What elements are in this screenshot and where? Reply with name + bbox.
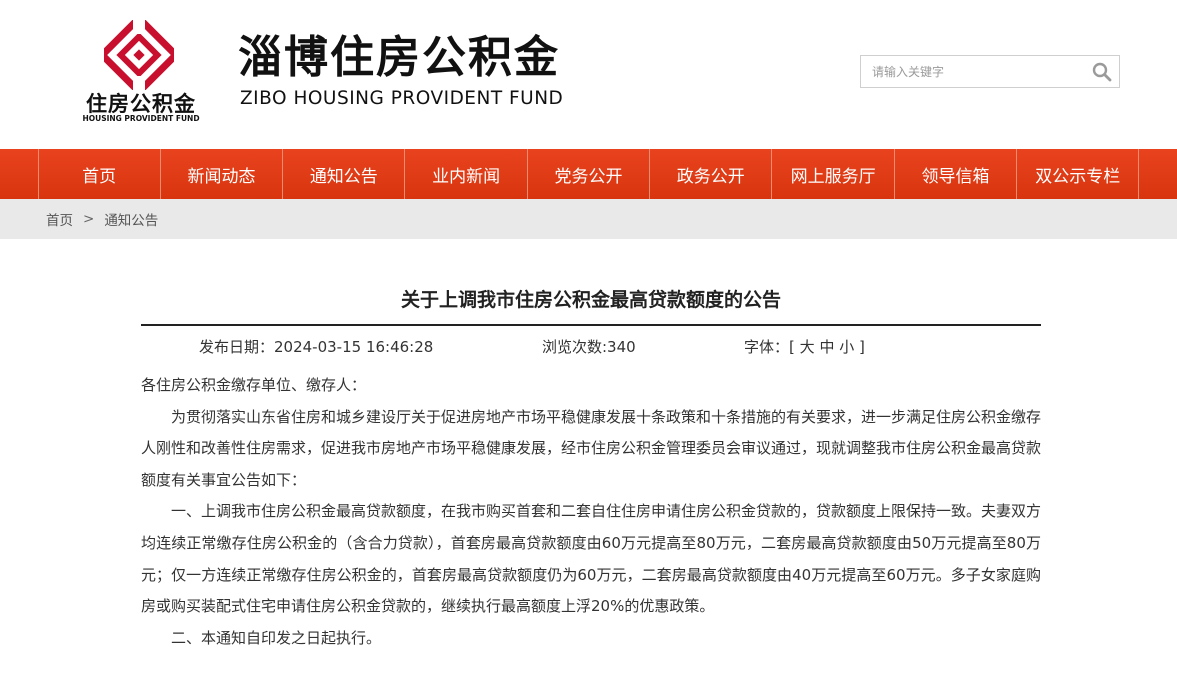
logo-subtext: HOUSING PROVIDENT FUND <box>82 114 200 123</box>
font-medium-link[interactable]: 中 <box>819 338 834 356</box>
nav-item-news[interactable]: 新闻动态 <box>161 149 284 199</box>
housing-fund-logo-icon[interactable] <box>104 20 174 90</box>
article: 关于上调我市住房公积金最高贷款额度的公告 发布日期：2024-03-15 16:… <box>141 285 1041 654</box>
breadcrumb-home-link[interactable]: 首页 <box>46 209 73 229</box>
breadcrumb-current-link[interactable]: 通知公告 <box>104 209 158 229</box>
article-greeting: 各住房公积金缴存单位、缴存人： <box>141 376 367 394</box>
view-count: 浏览次数:340 <box>542 338 636 356</box>
nav-item-online-service[interactable]: 网上服务厅 <box>772 149 895 199</box>
font-size-close: ] <box>859 338 865 356</box>
article-paragraph: 为贯彻落实山东省住房和城乡建设厅关于促进房地产市场平稳健康发展十条政策和十条措施… <box>141 407 1042 489</box>
site-subtitle: ZIBO HOUSING PROVIDENT FUND <box>240 88 564 109</box>
article-content: 各住房公积金缴存单位、缴存人： 为贯彻落实山东省住房和城乡建设厅关于促进房地产市… <box>141 370 1041 654</box>
breadcrumb: 首页 > 通知公告 <box>0 199 1177 239</box>
article-paragraph: 二、本通知自印发之日起执行。 <box>171 628 382 647</box>
site-title: 淄博住房公积金 <box>238 32 560 83</box>
font-size-label: 字体：[ <box>744 338 795 356</box>
nav-item-home[interactable]: 首页 <box>39 149 161 199</box>
font-small-link[interactable]: 小 <box>839 338 854 356</box>
search-icon <box>1092 62 1112 81</box>
site-header: 住房公积金 HOUSING PROVIDENT FUND 淄博住房公积金 ZIB… <box>0 0 1177 149</box>
font-large-link[interactable]: 大 <box>800 338 815 356</box>
article-meta: 发布日期：2024-03-15 16:46:28 浏览次数:340 字体：[ 大… <box>141 326 1041 364</box>
font-size-switcher: 字体：[ 大 中 小 ] <box>744 336 865 357</box>
nav-item-industry-news[interactable]: 业内新闻 <box>405 149 528 199</box>
search-button[interactable] <box>1085 56 1119 87</box>
search-input[interactable] <box>861 56 1085 87</box>
article-paragraph: 一、上调我市住房公积金最高贷款额度，在我市购买首套和二套自住住房申请住房公积金贷… <box>141 502 1042 616</box>
search-box <box>860 55 1120 88</box>
nav-item-leader-mailbox[interactable]: 领导信箱 <box>895 149 1018 199</box>
breadcrumb-separator: > <box>83 211 95 227</box>
nav-item-notices[interactable]: 通知公告 <box>283 149 406 199</box>
nav-item-party-affairs[interactable]: 党务公开 <box>528 149 651 199</box>
article-title: 关于上调我市住房公积金最高贷款额度的公告 <box>141 285 1041 326</box>
nav-item-double-publicity[interactable]: 双公示专栏 <box>1017 149 1140 199</box>
publish-date: 发布日期：2024-03-15 16:46:28 <box>199 338 434 356</box>
main-nav: 首页 新闻动态 通知公告 业内新闻 党务公开 政务公开 网上服务厅 领导信箱 双… <box>0 149 1177 199</box>
nav-item-government-affairs[interactable]: 政务公开 <box>650 149 773 199</box>
